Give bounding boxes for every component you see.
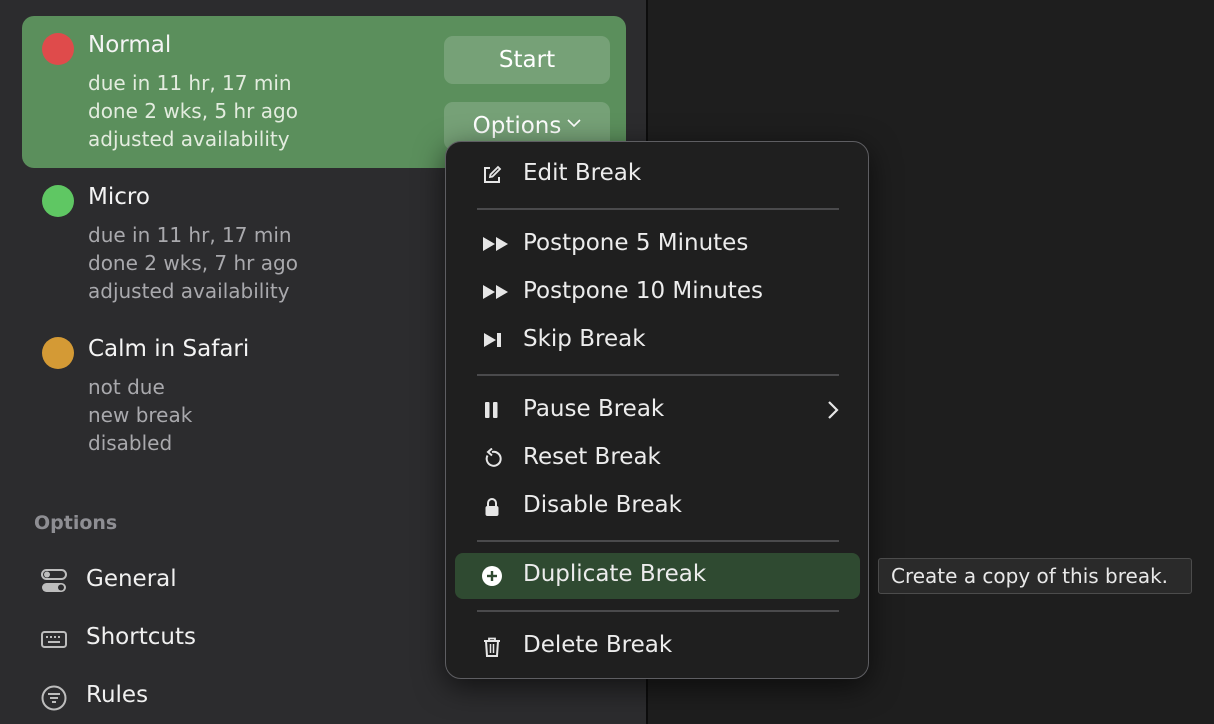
chevron-down-icon <box>567 116 581 132</box>
plus-circle-icon <box>481 565 505 587</box>
fast-forward-icon <box>481 234 508 256</box>
menu-separator <box>477 610 839 612</box>
break-done: done 2 wks, 7 hr ago <box>88 251 298 275</box>
break-name: Micro <box>88 184 150 210</box>
menu-item-label: Disable Break <box>523 492 682 518</box>
menu-item-label: Delete Break <box>523 632 673 658</box>
menu-item-duplicate-break[interactable]: Duplicate Break <box>455 553 860 599</box>
edit-icon <box>481 164 505 186</box>
menu-item-reset-break[interactable]: Reset Break <box>455 436 860 482</box>
menu-item-disable-break[interactable]: Disable Break <box>455 484 860 530</box>
break-availability: disabled <box>88 431 173 455</box>
menu-separator <box>477 540 839 542</box>
menu-item-label: Skip Break <box>523 326 646 352</box>
sidebar-item-general[interactable]: General <box>40 562 440 602</box>
reset-icon <box>481 447 505 470</box>
menu-item-delete-break[interactable]: Delete Break <box>455 624 860 670</box>
sidebar-item-label: General <box>86 566 177 592</box>
start-button[interactable]: Start <box>444 36 610 84</box>
break-done: done 2 wks, 5 hr ago <box>88 99 298 123</box>
chevron-right-icon <box>826 398 840 422</box>
menu-item-label: Postpone 5 Minutes <box>523 230 749 256</box>
break-due: due in 11 hr, 17 min <box>88 223 292 247</box>
status-dot <box>42 185 74 217</box>
menu-item-label: Pause Break <box>523 396 665 422</box>
lock-icon <box>481 496 505 518</box>
break-due: not due <box>88 375 165 399</box>
toggles-icon <box>40 568 70 596</box>
break-due: due in 11 hr, 17 min <box>88 71 292 95</box>
tooltip: Create a copy of this break. <box>878 558 1192 594</box>
menu-item-edit-break[interactable]: Edit Break <box>455 152 860 198</box>
menu-item-label: Postpone 10 Minutes <box>523 278 763 304</box>
menu-item-label: Reset Break <box>523 444 661 470</box>
break-availability: adjusted availability <box>88 279 290 303</box>
options-button-label: Options <box>472 113 562 139</box>
keyboard-icon <box>40 626 70 654</box>
menu-item-skip-break[interactable]: Skip Break <box>455 318 860 364</box>
trash-icon <box>481 636 505 658</box>
sidebar-item-rules[interactable]: Rules <box>40 678 440 718</box>
menu-item-label: Edit Break <box>523 160 642 186</box>
break-availability: adjusted availability <box>88 127 290 151</box>
options-section-header: Options <box>34 512 118 534</box>
menu-separator <box>477 208 839 210</box>
sidebar-item-label: Rules <box>86 682 149 708</box>
break-name: Normal <box>88 32 172 58</box>
break-done: new break <box>88 403 193 427</box>
sidebar-item-label: Shortcuts <box>86 624 196 650</box>
status-dot <box>42 337 74 369</box>
skip-icon <box>481 330 505 352</box>
pause-icon <box>481 400 505 422</box>
menu-item-pause-break[interactable]: Pause Break <box>455 388 860 434</box>
rules-icon <box>40 684 70 712</box>
fast-forward-icon <box>481 282 508 304</box>
menu-item-postpone-5-minutes[interactable]: Postpone 5 Minutes <box>455 222 860 268</box>
menu-item-label: Duplicate Break <box>523 561 707 587</box>
menu-item-postpone-10-minutes[interactable]: Postpone 10 Minutes <box>455 270 860 316</box>
start-button-label: Start <box>498 47 556 73</box>
menu-separator <box>477 374 839 376</box>
status-dot <box>42 33 74 65</box>
options-context-menu: Edit Break Postpone 5 Minutes Postpone 1… <box>445 141 869 679</box>
break-name: Calm in Safari <box>88 336 250 362</box>
sidebar-item-shortcuts[interactable]: Shortcuts <box>40 620 440 660</box>
